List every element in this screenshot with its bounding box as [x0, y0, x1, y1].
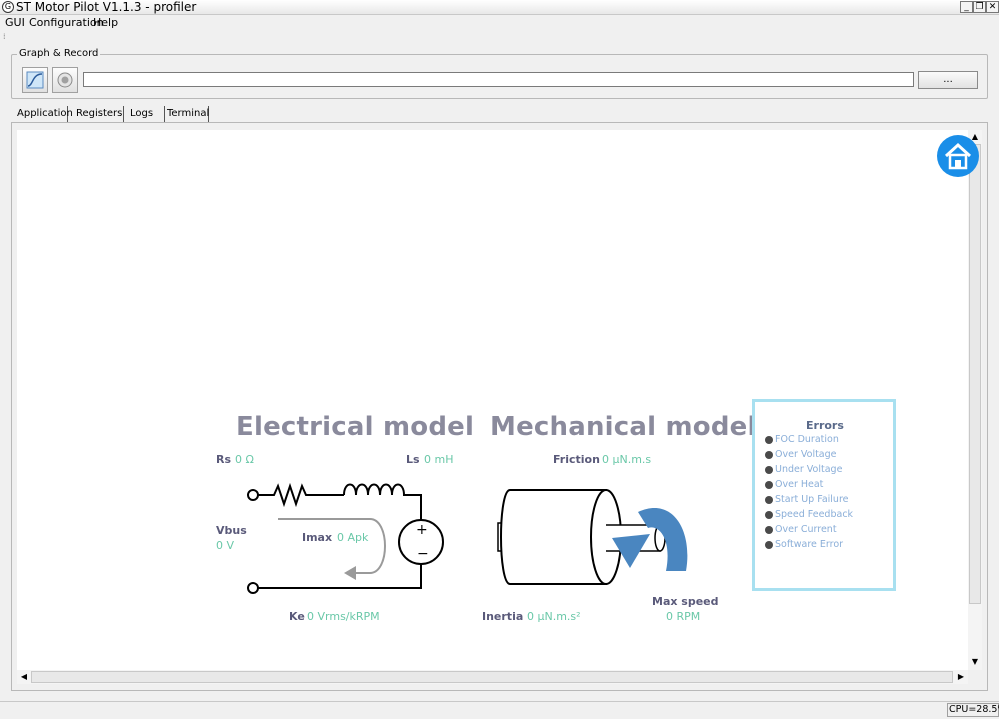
error-label: FOC Duration: [775, 434, 839, 445]
error-led-icon: [765, 511, 773, 519]
graph-button[interactable]: [22, 67, 48, 93]
friction-value: 0 µN.m.s: [602, 453, 652, 466]
svg-text:+: +: [416, 522, 428, 538]
app-icon: G: [2, 1, 14, 13]
error-led-icon: [765, 436, 773, 444]
menu-bar: GUI Configuration Help: [0, 15, 999, 31]
max-speed-value: 0 RPM: [666, 610, 701, 623]
vertical-scroll-thumb[interactable]: [969, 144, 981, 604]
graph-icon: [26, 71, 44, 89]
title-bar: G ST Motor Pilot V1.1.3 - profiler _ ❐ ✕: [0, 0, 999, 15]
motor-diagram: [497, 489, 688, 585]
restore-button[interactable]: ❐: [973, 1, 986, 13]
error-label: Speed Feedback: [775, 509, 854, 520]
error-label: Over Current: [775, 524, 837, 535]
error-label: Over Voltage: [775, 449, 837, 460]
close-button[interactable]: ✕: [986, 1, 999, 13]
tab-registers[interactable]: Registers: [70, 106, 124, 122]
record-button[interactable]: [52, 67, 78, 93]
ke-label: Ke: [289, 610, 305, 623]
error-led-icon: [765, 541, 773, 549]
tab-logs[interactable]: Logs: [124, 106, 165, 122]
ls-label: Ls: [406, 453, 420, 466]
graph-record-label: Graph & Record: [17, 47, 101, 61]
error-led-icon: [765, 451, 773, 459]
inertia-label: Inertia: [482, 610, 524, 623]
window-title: ST Motor Pilot V1.1.3 - profiler: [16, 0, 197, 14]
svg-text:−: −: [417, 546, 429, 562]
horizontal-scrollbar[interactable]: ◀ ▶: [17, 670, 968, 684]
ke-value: 0 Vrms/kRPM: [307, 610, 380, 623]
vbus-value: 0 V: [216, 539, 235, 552]
max-speed-label: Max speed: [652, 595, 719, 608]
vertical-scrollbar[interactable]: ▲ ▼: [968, 130, 982, 670]
tab-terminal[interactable]: Terminal: [161, 106, 209, 122]
electrical-model-title: Electrical model: [236, 412, 475, 442]
electrical-circuit-diagram: + −: [247, 482, 444, 594]
error-led-icon: [765, 526, 773, 534]
mechanical-model-title: Mechanical model: [490, 412, 757, 442]
menu-help[interactable]: Help: [93, 16, 118, 30]
scroll-right-icon[interactable]: ▶: [955, 671, 967, 683]
cpu-usage: CPU=28.5%: [947, 703, 999, 717]
status-bar: [0, 701, 999, 719]
horizontal-scroll-thumb[interactable]: [31, 671, 953, 683]
error-label: Under Voltage: [775, 464, 843, 475]
rs-value: 0 Ω: [235, 453, 254, 466]
ls-value: 0 mH: [424, 453, 454, 466]
toolbar-grip[interactable]: ⁞: [3, 32, 6, 41]
errors-title: Errors: [806, 419, 844, 432]
scroll-down-icon[interactable]: ▼: [969, 656, 981, 668]
record-icon: [57, 72, 73, 88]
tab-application[interactable]: Application: [11, 106, 73, 122]
rs-label: Rs: [216, 453, 232, 466]
record-path-input[interactable]: [83, 72, 914, 87]
home-button[interactable]: [937, 135, 979, 177]
error-led-icon: [765, 466, 773, 474]
error-led-icon: [765, 481, 773, 489]
error-label: Start Up Failure: [775, 494, 849, 505]
home-icon: [944, 142, 972, 170]
error-label: Over Heat: [775, 479, 824, 490]
browse-button[interactable]: ...: [918, 71, 978, 89]
error-led-icon: [765, 496, 773, 504]
inertia-value: 0 µN.m.s²: [527, 610, 581, 623]
minimize-button[interactable]: _: [960, 1, 973, 13]
friction-label: Friction: [553, 453, 600, 466]
error-label: Software Error: [775, 539, 844, 550]
scroll-left-icon[interactable]: ◀: [18, 671, 30, 683]
menu-gui[interactable]: GUI: [5, 16, 25, 30]
